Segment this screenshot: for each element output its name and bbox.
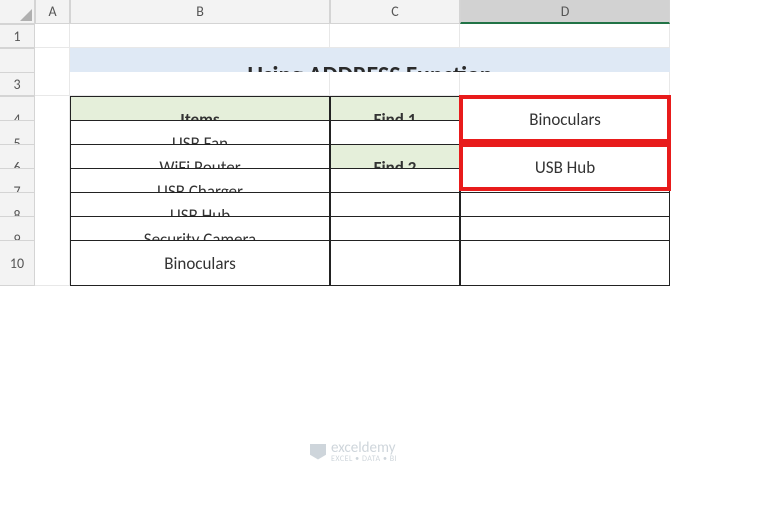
cell-c3[interactable]	[330, 72, 460, 96]
cell-d1[interactable]	[460, 24, 670, 48]
spreadsheet-grid: A B C D 1 2 Using ADDRESS Function 3 4 I…	[0, 0, 767, 264]
row-header-10[interactable]: 10	[0, 240, 35, 286]
watermark-tagline: EXCEL • DATA • BI	[331, 454, 397, 464]
find1-value-cell[interactable]: Binoculars	[460, 96, 670, 142]
col-header-c[interactable]: C	[330, 0, 460, 24]
select-all-corner[interactable]	[0, 0, 35, 24]
cell-d10[interactable]	[460, 240, 670, 286]
cell-c1[interactable]	[330, 24, 460, 48]
cell-c10[interactable]	[330, 240, 460, 286]
find2-value-cell[interactable]: USB Hub	[460, 144, 670, 190]
row-header-1[interactable]: 1	[0, 24, 35, 48]
items-cell[interactable]: Binoculars	[70, 240, 330, 286]
cell-a1[interactable]	[35, 24, 70, 48]
watermark: exceldemy EXCEL • DATA • BI	[310, 439, 397, 464]
watermark-logo-icon	[310, 444, 326, 460]
col-header-b[interactable]: B	[70, 0, 330, 24]
cell-b3[interactable]	[70, 72, 330, 96]
cell-a10[interactable]	[35, 240, 70, 286]
cell-d3[interactable]	[460, 72, 670, 96]
cell-a3[interactable]	[35, 72, 70, 96]
row-header-3[interactable]: 3	[0, 72, 35, 96]
cell-b1[interactable]	[70, 24, 330, 48]
col-header-a[interactable]: A	[35, 0, 70, 24]
col-header-d[interactable]: D	[460, 0, 670, 24]
